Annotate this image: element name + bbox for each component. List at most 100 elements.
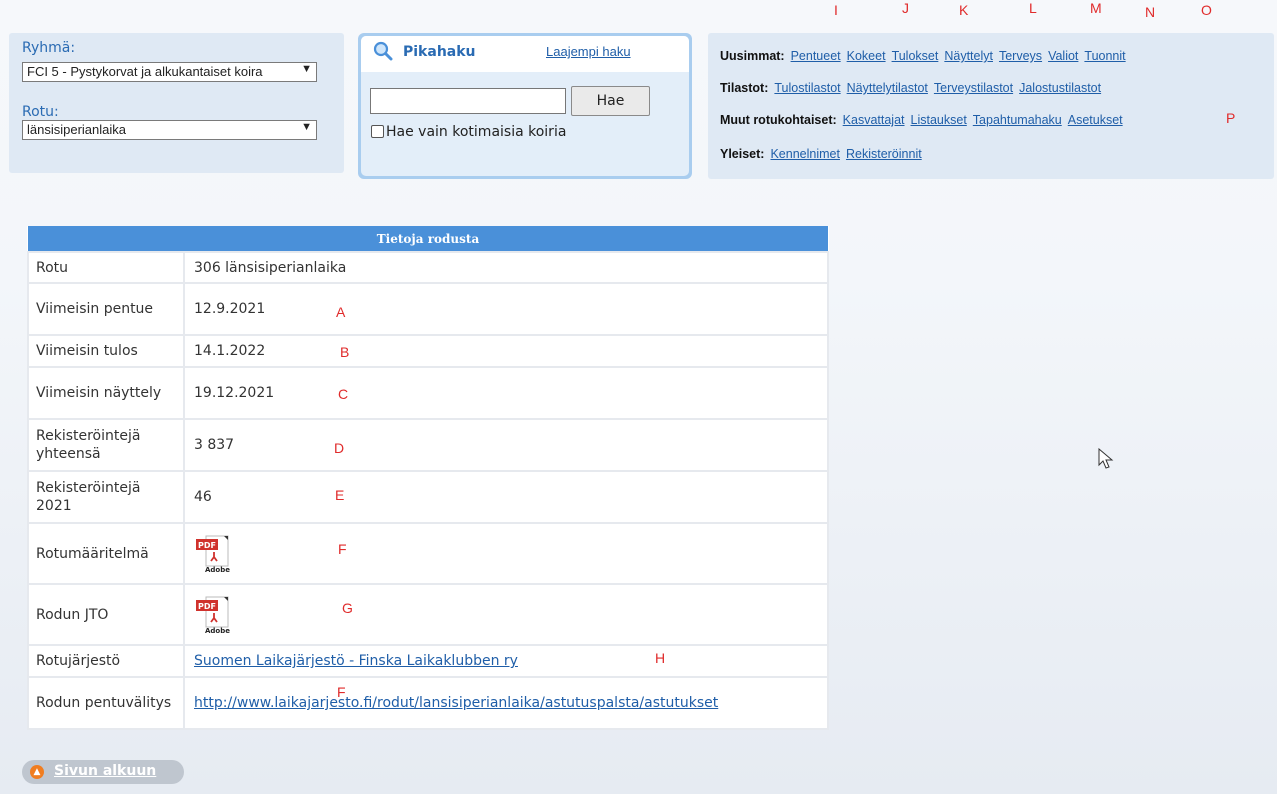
link-kokeet[interactable]: Kokeet [847, 49, 886, 63]
annotation-i: I [834, 2, 838, 18]
uusimmat-row: Uusimmat: Pentueet Kokeet Tulokset Näyttelyt… [720, 49, 1132, 63]
row-key: Rotujärjestö [27, 644, 185, 678]
annotation-c: C [338, 386, 349, 402]
table-row: Rotu 306 länsisiperianlaika [27, 251, 829, 284]
row-value: PDF Adobe [183, 583, 829, 646]
table-row: Rekisteröintejä yhteensä 3 837 [27, 418, 829, 472]
link-nayttelytilastot[interactable]: Näyttelytilastot [847, 81, 928, 95]
chevron-down-icon: ▼ [301, 63, 312, 75]
row-value: 306 länsisiperianlaika [183, 251, 829, 284]
link-terveys[interactable]: Terveys [999, 49, 1042, 63]
muut-label: Muut rotukohtaiset: [720, 113, 837, 127]
quick-search-header: Pikahaku Laajempi haku [361, 36, 689, 72]
ryhma-label: Ryhmä: [22, 40, 76, 56]
row-value: Suomen Laikajärjestö - Finska Laikaklubb… [183, 644, 829, 678]
pdf-icon-badge: PDF [198, 541, 216, 550]
annotation-p: P [1226, 110, 1236, 126]
pdf-icon[interactable]: PDF Adobe [194, 595, 234, 635]
row-value: 46 [183, 470, 829, 524]
pdf-icon-brand: Adobe [205, 566, 230, 574]
table-row: Rotujärjestö Suomen Laikajärjestö - Fins… [27, 644, 829, 678]
link-asetukset[interactable]: Asetukset [1068, 113, 1123, 127]
annotation-g: G [342, 600, 353, 616]
yleiset-label: Yleiset: [720, 147, 765, 161]
chevron-down-icon: ▼ [301, 121, 312, 133]
link-tulostilastot[interactable]: Tulostilastot [774, 81, 840, 95]
link-pentueet[interactable]: Pentueet [791, 49, 841, 63]
search-button[interactable]: Hae [571, 86, 650, 116]
uusimmat-label: Uusimmat: [720, 49, 785, 63]
rotu-select[interactable]: länsisiperianlaika ▼ [22, 120, 317, 140]
link-tulokset[interactable]: Tulokset [892, 49, 939, 63]
search-input[interactable] [370, 88, 566, 114]
table-row: Viimeisin pentue 12.9.2021 [27, 282, 829, 336]
table-row: Viimeisin näyttely 19.12.2021 [27, 366, 829, 420]
breed-club-link[interactable]: Suomen Laikajärjestö - Finska Laikaklubb… [194, 653, 518, 669]
quick-search-title: Pikahaku [403, 44, 476, 60]
link-valiot[interactable]: Valiot [1048, 49, 1078, 63]
table-row: Viimeisin tulos 14.1.2022 [27, 334, 829, 368]
link-kasvattajat[interactable]: Kasvattajat [843, 113, 905, 127]
muut-row: Muut rotukohtaiset: Kasvattajat Listaukset… [720, 113, 1129, 127]
domestic-only-label: Hae vain kotimaisia koiria [386, 124, 567, 140]
annotation-h: H [655, 650, 666, 666]
link-jalostustilastot[interactable]: Jalostustilastot [1019, 81, 1101, 95]
back-to-top-label: Sivun alkuun [54, 763, 157, 779]
puppy-listing-link[interactable]: http://www.laikajarjesto.fi/rodut/lansis… [194, 695, 718, 711]
row-value: 12.9.2021 [183, 282, 829, 336]
ryhma-select-value: FCI 5 - Pystykorvat ja alkukantaiset koi… [27, 64, 263, 79]
annotation-d: D [334, 440, 345, 456]
annotation-k: K [959, 2, 969, 18]
advanced-search-link[interactable]: Laajempi haku [546, 44, 631, 59]
table-row: Rodun pentuvälitys http://www.laikajarje… [27, 676, 829, 730]
ryhma-select[interactable]: FCI 5 - Pystykorvat ja alkukantaiset koi… [22, 62, 317, 82]
arrow-up-icon: ▲ [30, 765, 44, 779]
table-row: Rotumääritelmä PDF Adobe [27, 522, 829, 585]
annotation-m: M [1090, 0, 1102, 16]
link-nayttelyt[interactable]: Näyttelyt [944, 49, 993, 63]
link-kennelnimet[interactable]: Kennelnimet [770, 147, 840, 161]
pdf-icon[interactable]: PDF Adobe [194, 534, 234, 574]
mouse-cursor-icon [1098, 448, 1114, 469]
link-terveystilastot[interactable]: Terveystilastot [934, 81, 1013, 95]
row-value: 3 837 [183, 418, 829, 472]
row-key: Rekisteröintejä yhteensä [27, 418, 185, 472]
row-key: Viimeisin pentue [27, 282, 185, 336]
tilastot-row: Tilastot: Tulostilastot Näyttelytilastot Te… [720, 81, 1107, 95]
annotation-o: O [1201, 2, 1212, 18]
row-value: 14.1.2022 [183, 334, 829, 368]
table-row: Rekisteröintejä 2021 46 [27, 470, 829, 524]
link-tuonnit[interactable]: Tuonnit [1084, 49, 1125, 63]
row-key: Rotu [27, 251, 185, 284]
row-value: PDF Adobe [183, 522, 829, 585]
row-value: http://www.laikajarjesto.fi/rodut/lansis… [183, 676, 829, 730]
annotation-f2: F [337, 684, 346, 700]
row-key: Viimeisin tulos [27, 334, 185, 368]
search-icon [373, 41, 393, 61]
pdf-icon-badge: PDF [198, 602, 216, 611]
row-key: Rodun JTO [27, 583, 185, 646]
back-to-top-button[interactable]: ▲ Sivun alkuun [22, 760, 184, 784]
tilastot-label: Tilastot: [720, 81, 769, 95]
annotation-b: B [340, 344, 350, 360]
row-key: Viimeisin näyttely [27, 366, 185, 420]
annotation-n: N [1145, 4, 1156, 20]
rotu-select-value: länsisiperianlaika [27, 122, 126, 137]
link-rekisteroinnit[interactable]: Rekisteröinnit [846, 147, 922, 161]
annotation-j: J [902, 0, 909, 16]
annotation-a: A [336, 304, 346, 320]
row-key: Rodun pentuvälitys [27, 676, 185, 730]
row-key: Rotumääritelmä [27, 522, 185, 585]
annotation-l: L [1029, 0, 1037, 16]
breed-info-table: Tietoja rodusta Rotu 306 länsisiperianla… [27, 226, 829, 730]
link-tapahtumahaku[interactable]: Tapahtumahaku [973, 113, 1062, 127]
rotu-label: Rotu: [22, 104, 59, 120]
domestic-only-checkbox[interactable] [371, 125, 384, 138]
yleiset-row: Yleiset: Kennelnimet Rekisteröinnit [720, 147, 928, 161]
row-key: Rekisteröintejä 2021 [27, 470, 185, 524]
table-header: Tietoja rodusta [28, 226, 828, 252]
annotation-e: E [335, 487, 345, 503]
table-row: Rodun JTO PDF Adobe [27, 583, 829, 646]
link-listaukset[interactable]: Listaukset [911, 113, 967, 127]
row-value: 19.12.2021 [183, 366, 829, 420]
